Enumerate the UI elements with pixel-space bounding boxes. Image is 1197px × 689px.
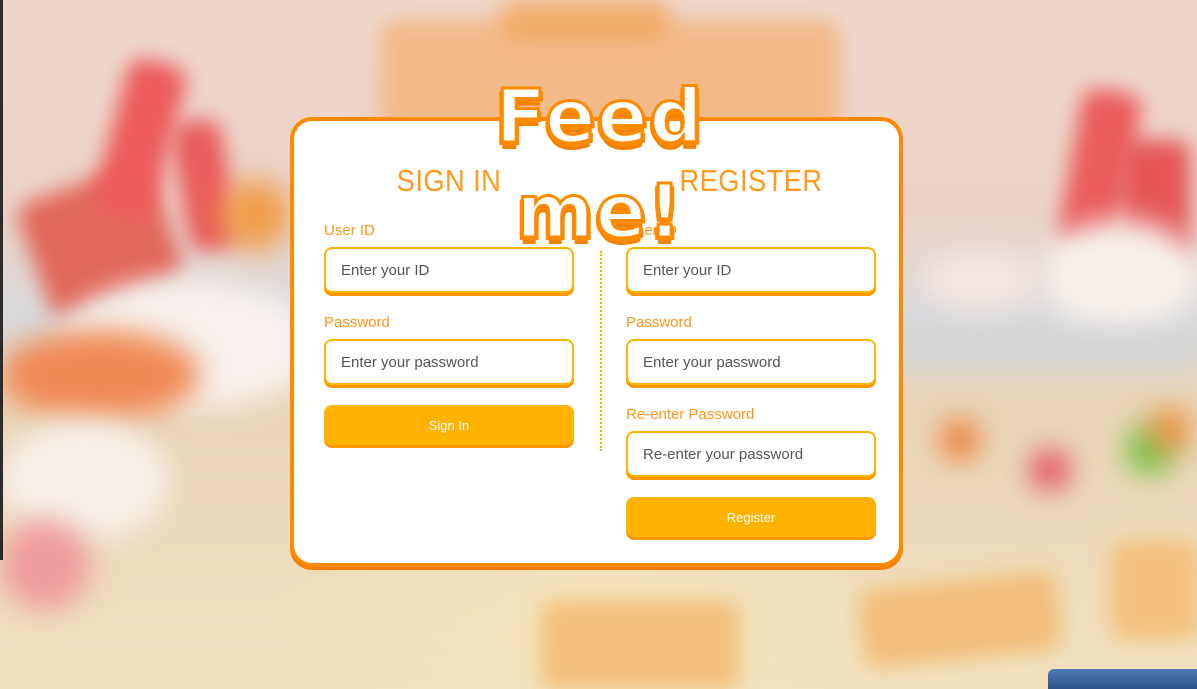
register-password-field-wrap <box>626 339 876 385</box>
sign-in-button[interactable]: Sign In <box>324 405 574 445</box>
register-password-label: Password <box>626 314 692 331</box>
register-reenter-password-label: Re-enter Password <box>626 406 755 423</box>
sign-in-password-field-wrap <box>324 339 574 385</box>
left-edge-strip <box>0 0 3 560</box>
register-user-id-input[interactable] <box>628 261 874 279</box>
feed-me-logo: Feed me! <box>440 70 760 257</box>
register-reenter-password-input[interactable] <box>628 445 874 463</box>
register-reenter-password-field-wrap <box>626 431 876 477</box>
sign-in-password-input[interactable] <box>326 353 572 371</box>
corner-thumbnail <box>1048 669 1197 689</box>
sign-in-user-id-input[interactable] <box>326 261 572 279</box>
register-button[interactable]: Register <box>626 497 876 537</box>
column-divider <box>600 251 602 451</box>
logo-text: Feed me! <box>494 73 705 257</box>
register-password-input[interactable] <box>628 353 874 371</box>
sign-in-password-label: Password <box>324 314 390 331</box>
